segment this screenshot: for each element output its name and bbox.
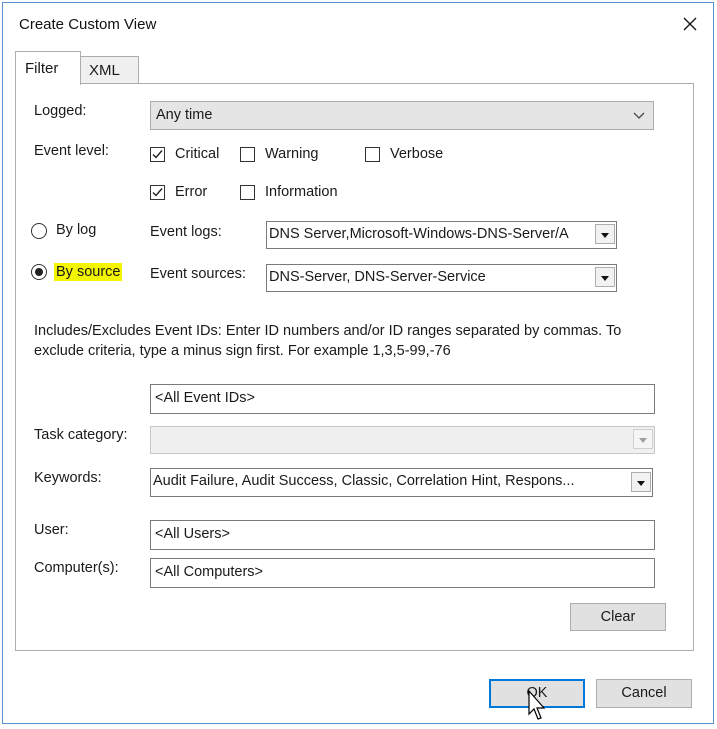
dropdown-arrow-icon (637, 481, 645, 486)
mouse-cursor-icon (528, 690, 546, 720)
title-bar: Create Custom View (3, 3, 713, 45)
verbose-checkbox[interactable] (365, 147, 380, 162)
event-logs-value: DNS Server,Microsoft-Windows-DNS-Server/… (269, 226, 569, 242)
task-category-combo (150, 426, 655, 454)
information-checkbox[interactable] (240, 185, 255, 200)
computers-value: <All Computers> (155, 564, 263, 580)
event-logs-dropdown-button[interactable] (595, 224, 615, 244)
tab-filter[interactable]: Filter (15, 51, 81, 85)
user-value: <All Users> (155, 526, 230, 542)
keywords-value: Audit Failure, Audit Success, Classic, C… (153, 473, 575, 489)
computers-label: Computer(s): (34, 560, 119, 576)
user-input[interactable]: <All Users> (150, 520, 655, 550)
keywords-combo[interactable]: Audit Failure, Audit Success, Classic, C… (150, 468, 653, 497)
dropdown-arrow-icon (601, 276, 609, 281)
chevron-down-icon (633, 112, 645, 119)
logged-value: Any time (156, 107, 213, 123)
information-label: Information (265, 184, 338, 200)
computers-input[interactable]: <All Computers> (150, 558, 655, 588)
checkmark-icon (152, 150, 163, 159)
close-button[interactable] (667, 3, 713, 45)
task-category-dropdown-button (633, 429, 653, 449)
event-ids-description: Includes/Excludes Event IDs: Enter ID nu… (34, 323, 622, 359)
logged-select[interactable]: Any time (150, 101, 654, 130)
by-log-label[interactable]: By log (56, 222, 96, 238)
dialog-title: Create Custom View (19, 16, 157, 33)
clear-button[interactable]: Clear (570, 603, 666, 631)
critical-label: Critical (175, 146, 220, 162)
by-log-radio[interactable] (31, 223, 47, 239)
task-category-label: Task category: (34, 427, 128, 443)
event-sources-combo[interactable]: DNS-Server, DNS-Server-Service (266, 264, 617, 292)
cancel-button[interactable]: Cancel (596, 679, 692, 708)
checkmark-icon (152, 188, 163, 197)
event-sources-value: DNS-Server, DNS-Server-Service (269, 269, 486, 285)
tab-xml[interactable]: XML (80, 56, 139, 84)
dropdown-arrow-icon (639, 438, 647, 443)
by-source-label[interactable]: By source (54, 263, 123, 281)
error-label: Error (175, 184, 208, 200)
event-sources-label: Event sources: (150, 266, 246, 282)
event-ids-input[interactable]: <All Event IDs> (150, 384, 655, 414)
event-level-label: Event level: (34, 143, 109, 159)
event-ids-value: <All Event IDs> (155, 390, 255, 406)
keywords-dropdown-button[interactable] (631, 472, 651, 492)
error-checkbox[interactable] (150, 185, 165, 200)
close-icon (683, 17, 697, 31)
dropdown-arrow-icon (601, 233, 609, 238)
event-logs-label: Event logs: (150, 224, 222, 240)
user-label: User: (34, 522, 69, 538)
logged-label: Logged: (34, 103, 87, 119)
verbose-label: Verbose (390, 146, 444, 162)
create-custom-view-dialog: Create Custom View Filter XML Logged: An… (2, 2, 714, 724)
by-source-radio[interactable] (31, 264, 47, 280)
warning-checkbox[interactable] (240, 147, 255, 162)
critical-checkbox[interactable] (150, 147, 165, 162)
filter-panel: Logged: Any time Event level: Critical W… (15, 83, 694, 651)
event-logs-combo[interactable]: DNS Server,Microsoft-Windows-DNS-Server/… (266, 221, 617, 249)
keywords-label: Keywords: (34, 470, 102, 486)
warning-label: Warning (265, 146, 319, 162)
event-sources-dropdown-button[interactable] (595, 267, 615, 287)
